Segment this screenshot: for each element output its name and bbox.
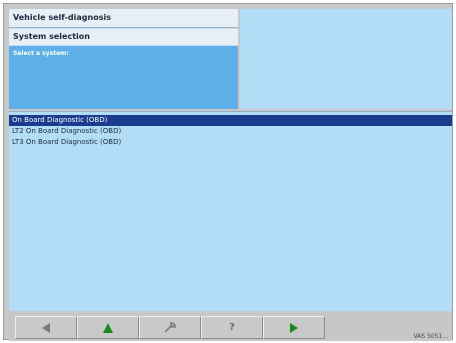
system-list[interactable]: On Board Diagnostic (OBD) LT2 On Board D… xyxy=(9,111,452,311)
page-title: Vehicle self-diagnosis xyxy=(9,9,238,28)
page-subtitle: System selection xyxy=(9,29,238,45)
up-arrow-icon xyxy=(102,322,114,334)
up-button[interactable] xyxy=(77,316,139,339)
list-item-obd[interactable]: On Board Diagnostic (OBD) xyxy=(9,115,452,126)
back-arrow-icon xyxy=(40,322,52,334)
status-text: VAS 5051... xyxy=(413,333,448,340)
list-item-lt3-obd[interactable]: LT3 On Board Diagnostic (OBD) xyxy=(9,137,452,148)
forward-button[interactable] xyxy=(263,316,325,339)
info-panel xyxy=(240,9,452,109)
help-icon: ? xyxy=(229,322,235,333)
tool-button[interactable] xyxy=(139,316,201,339)
back-button[interactable] xyxy=(15,316,77,339)
tool-icon xyxy=(163,321,177,334)
forward-arrow-icon xyxy=(288,322,300,334)
prompt-text: Select a system: xyxy=(13,50,69,57)
prompt-box: Select a system: xyxy=(9,46,238,109)
header-panel: Vehicle self-diagnosis System selection … xyxy=(9,9,238,109)
diagnosis-window: Vehicle self-diagnosis System selection … xyxy=(3,3,453,341)
help-button[interactable]: ? xyxy=(201,316,263,339)
bottom-toolbar: ? VAS 5051... xyxy=(9,313,452,341)
list-item-lt2-obd[interactable]: LT2 On Board Diagnostic (OBD) xyxy=(9,126,452,137)
